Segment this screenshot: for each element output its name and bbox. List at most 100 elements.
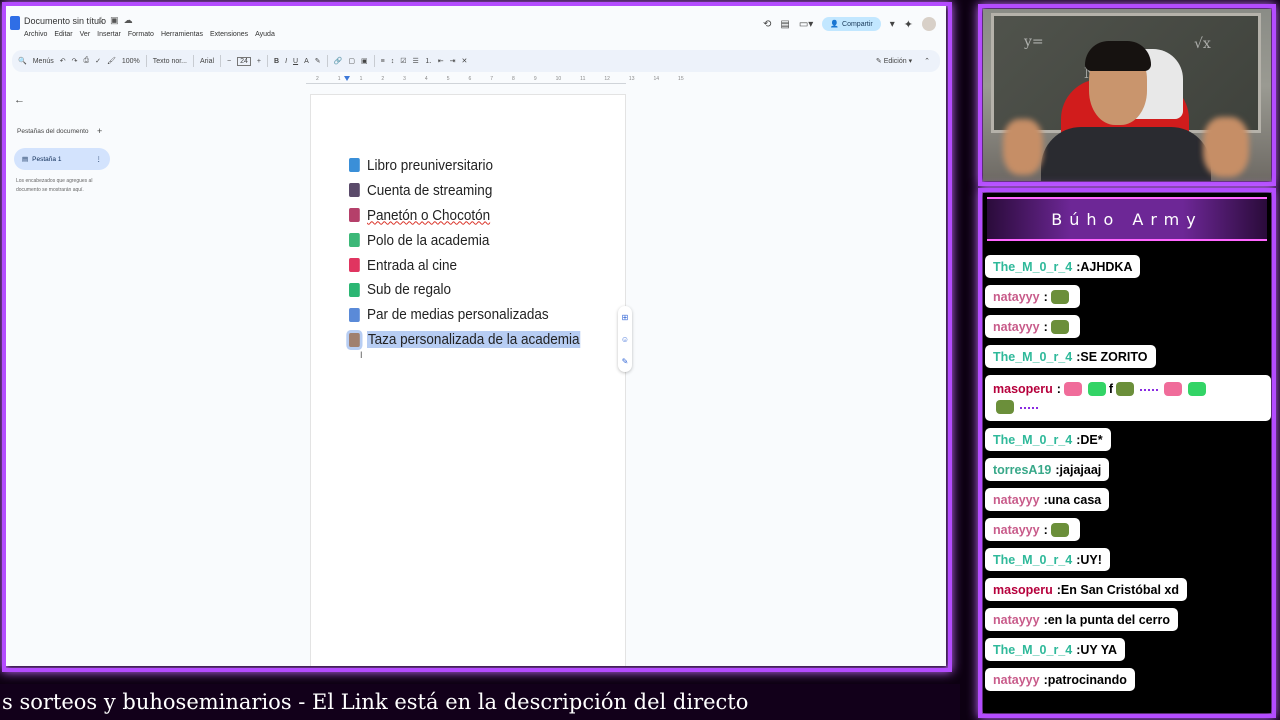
chat-separator: : bbox=[1043, 289, 1048, 304]
list-item[interactable]: Sub de regalo bbox=[349, 277, 580, 302]
decrease-font-icon[interactable]: − bbox=[227, 58, 231, 65]
chat-message: natayyy: patrocinando bbox=[985, 668, 1135, 691]
font-select[interactable]: Arial bbox=[200, 58, 214, 65]
menu-formato[interactable]: Formato bbox=[128, 31, 154, 38]
star-icon[interactable]: ☆ bbox=[97, 15, 110, 25]
menu-herramientas[interactable]: Herramientas bbox=[161, 31, 203, 38]
cloud-status-icon[interactable]: ☁ bbox=[124, 15, 138, 25]
chat-username[interactable]: The_M_0_r_4 bbox=[993, 643, 1072, 657]
zoom-select[interactable]: 100% bbox=[122, 58, 140, 65]
comments-icon[interactable]: ▤ bbox=[780, 19, 789, 30]
undo-icon[interactable]: ↶ bbox=[60, 57, 66, 65]
document-page[interactable]: Libro preuniversitario Cuenta de streamin… bbox=[310, 94, 626, 666]
chat-panel: Búho Army The_M_0_r_4: AJHDKA natayyy: na… bbox=[983, 193, 1271, 713]
add-tab-icon[interactable]: + bbox=[97, 126, 102, 136]
toolbar-divider bbox=[193, 55, 195, 67]
chat-username[interactable]: natayyy bbox=[993, 673, 1040, 687]
line-break bbox=[993, 396, 1263, 400]
insert-image-icon[interactable]: ▣ bbox=[361, 57, 368, 65]
chat-username[interactable]: natayyy bbox=[993, 613, 1040, 627]
list-item[interactable]: Taza personalizada de la academia bbox=[349, 327, 581, 352]
chat-username[interactable]: masoperu bbox=[993, 583, 1053, 597]
outline-empty-note: Los encabezados que agregues al document… bbox=[16, 178, 93, 193]
chat-username[interactable]: The_M_0_r_4 bbox=[993, 433, 1072, 447]
menu-ver[interactable]: Ver bbox=[80, 31, 91, 38]
italic-icon[interactable]: I bbox=[285, 58, 287, 65]
add-comment-float-icon[interactable]: ⊞ bbox=[622, 313, 629, 322]
bulleted-list-icon[interactable]: ☰ bbox=[412, 57, 418, 65]
gemini-icon[interactable]: ✦ bbox=[904, 18, 913, 31]
increase-indent-icon[interactable]: ⇥ bbox=[450, 57, 456, 65]
menu-bar: Archivo Editar Ver Insertar Formato Herr… bbox=[24, 31, 275, 38]
menu-editar[interactable]: Editar bbox=[54, 31, 72, 38]
menus-search-label[interactable]: Menús bbox=[33, 58, 54, 65]
emoji-reaction-icon[interactable]: ☺ bbox=[621, 335, 629, 344]
move-folder-icon[interactable]: ▣ bbox=[110, 15, 124, 25]
list-item[interactable]: Entrada al cine bbox=[349, 253, 580, 278]
menu-ayuda[interactable]: Ayuda bbox=[255, 31, 275, 38]
checklist-icon[interactable]: ☑ bbox=[400, 57, 406, 65]
increase-font-icon[interactable]: + bbox=[257, 58, 261, 65]
list-item[interactable]: Libro preuniversitario bbox=[349, 153, 580, 178]
list-item[interactable]: Cuenta de streaming bbox=[349, 178, 580, 203]
menu-archivo[interactable]: Archivo bbox=[24, 31, 47, 38]
menu-insertar[interactable]: Insertar bbox=[97, 31, 121, 38]
clear-formatting-icon[interactable]: ✕ bbox=[462, 57, 468, 65]
numbered-list-icon[interactable]: ⒈ bbox=[425, 56, 432, 66]
chat-username[interactable]: natayyy bbox=[993, 523, 1040, 537]
document-title[interactable]: Documento sin título bbox=[24, 16, 106, 26]
chat-username[interactable]: natayyy bbox=[993, 290, 1040, 304]
chat-separator: : bbox=[1056, 382, 1061, 396]
redo-icon[interactable]: ↷ bbox=[72, 57, 78, 65]
list-item[interactable]: Polo de la academia bbox=[349, 228, 580, 253]
horizontal-ruler[interactable]: 2 1 1 2 3 4 5 6 7 8 9 10 11 12 13 14 15 bbox=[306, 74, 684, 84]
chat-username[interactable]: masoperu bbox=[993, 382, 1053, 396]
chat-username[interactable]: natayyy bbox=[993, 320, 1040, 334]
highlight-icon[interactable]: ✎ bbox=[315, 57, 321, 65]
google-docs-window: Documento sin título ☆▣☁ Archivo Editar … bbox=[6, 6, 946, 666]
suggest-edit-icon[interactable]: ✎ bbox=[622, 357, 629, 366]
docs-logo-icon[interactable] bbox=[10, 16, 20, 30]
back-arrow-icon[interactable]: ← bbox=[14, 94, 25, 106]
menu-extensiones[interactable]: Extensiones bbox=[210, 31, 248, 38]
chat-username[interactable]: torresA19 bbox=[993, 463, 1051, 477]
align-icon[interactable]: ≡ bbox=[381, 58, 385, 65]
chat-username[interactable]: The_M_0_r_4 bbox=[993, 260, 1072, 274]
chat-username[interactable]: natayyy bbox=[993, 493, 1040, 507]
share-button[interactable]: 👤 Compartir bbox=[822, 17, 881, 31]
line-spacing-icon[interactable]: ↕ bbox=[391, 58, 395, 65]
share-dropdown-icon[interactable]: ▾ bbox=[890, 19, 895, 30]
spellcheck-icon[interactable]: ✓ bbox=[95, 57, 101, 65]
ruler-mark: 15 bbox=[678, 76, 684, 82]
add-comment-icon[interactable]: ▢ bbox=[348, 57, 355, 65]
meet-icon[interactable]: ▭▾ bbox=[799, 19, 813, 30]
font-size-input[interactable]: 24 bbox=[237, 56, 251, 66]
chat-message: masoperu: En San Cristóbal xd bbox=[985, 578, 1188, 601]
tab-pestana-1[interactable]: ▤ Pestaña 1 ⋮ bbox=[14, 148, 110, 170]
chat-username[interactable]: The_M_0_r_4 bbox=[993, 553, 1072, 567]
text-color-icon[interactable]: A bbox=[304, 58, 309, 65]
streamer-hand bbox=[1003, 119, 1043, 175]
insert-link-icon[interactable]: 🔗 bbox=[334, 57, 343, 65]
chat-text: patrocinando bbox=[1047, 672, 1127, 687]
decrease-indent-icon[interactable]: ⇤ bbox=[438, 57, 444, 65]
history-icon[interactable]: ⟲ bbox=[763, 19, 771, 30]
underline-icon[interactable]: U bbox=[293, 58, 298, 65]
emote-icon bbox=[1063, 382, 1082, 396]
style-select[interactable]: Texto nor... bbox=[153, 58, 187, 65]
tab-more-icon[interactable]: ⋮ bbox=[96, 155, 111, 163]
chat-text: en la punta del cerro bbox=[1047, 612, 1170, 627]
list-item[interactable]: Par de medias personalizadas bbox=[349, 302, 580, 327]
ruler-mark: 10 bbox=[555, 76, 562, 82]
editing-mode-select[interactable]: ✎ Edición ▾ bbox=[876, 57, 912, 65]
bold-icon[interactable]: B bbox=[274, 58, 279, 65]
chat-message: The_M_0_r_4: AJHDKA bbox=[985, 255, 1141, 278]
emote-icon bbox=[1116, 382, 1135, 396]
chat-username[interactable]: The_M_0_r_4 bbox=[993, 350, 1072, 364]
print-icon[interactable]: ⎙ bbox=[83, 57, 89, 65]
avatar[interactable] bbox=[922, 17, 936, 31]
list-item[interactable]: Panetón o Chocotón bbox=[349, 203, 580, 228]
search-menus-icon[interactable]: 🔍 bbox=[18, 57, 27, 65]
paint-format-icon[interactable]: 🖌 bbox=[107, 57, 116, 65]
collapse-toolbar-icon[interactable]: ⌃ bbox=[924, 57, 930, 65]
